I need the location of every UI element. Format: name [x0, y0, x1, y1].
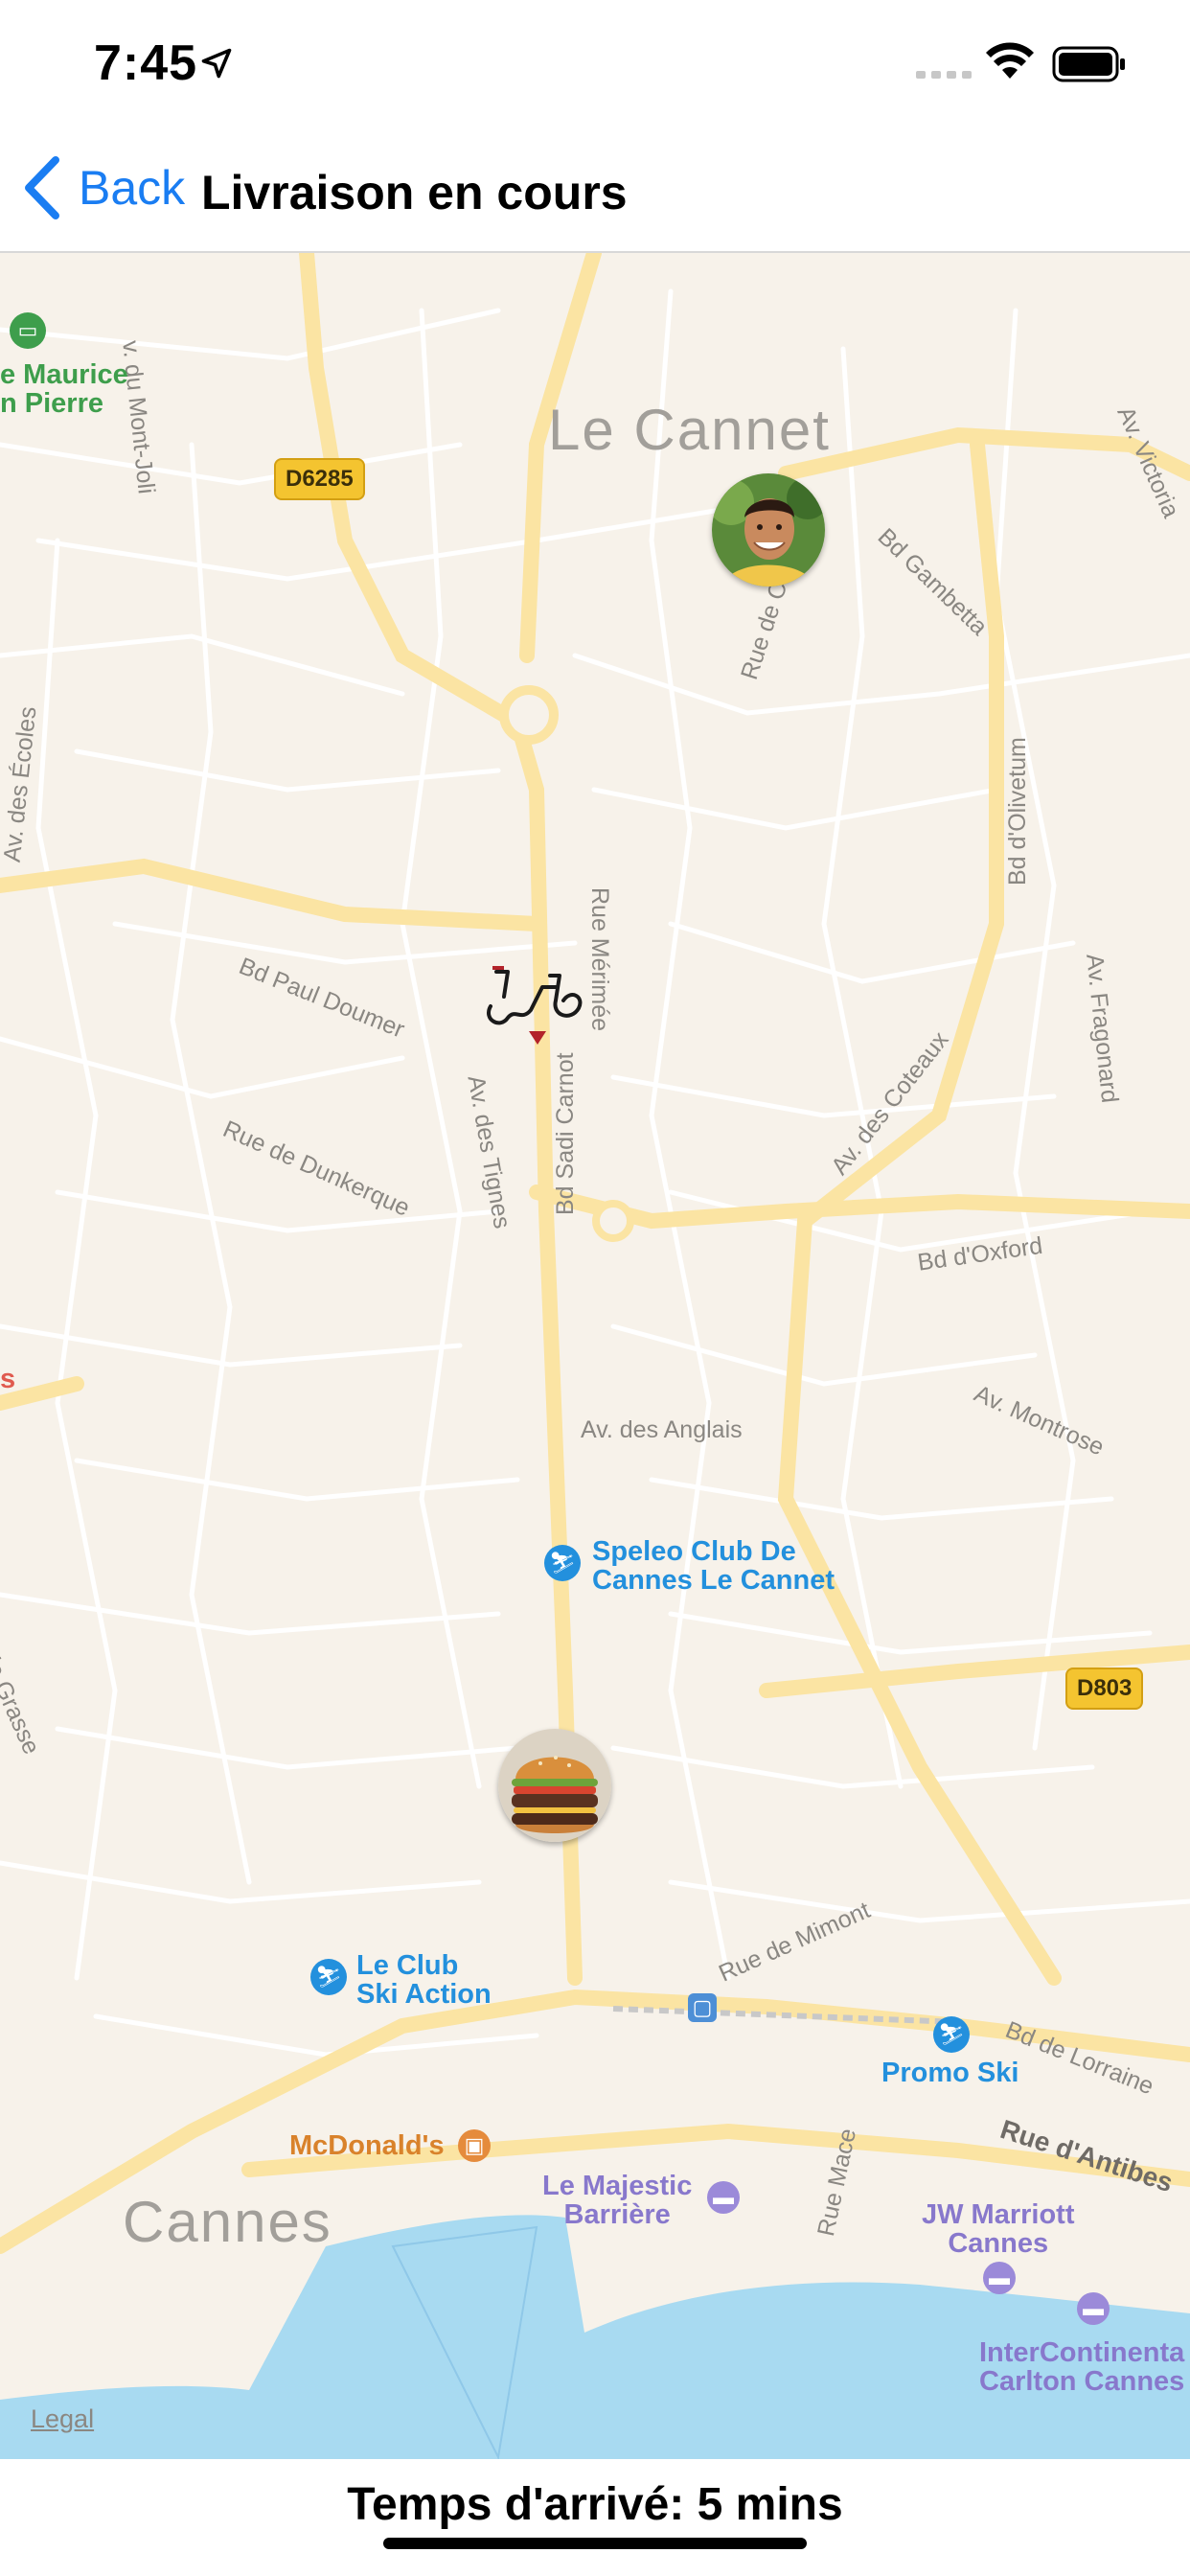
road-badge-d803: D803 [1065, 1668, 1144, 1710]
poi-promo-ski[interactable]: Promo Ski [881, 2058, 1018, 2087]
city-label-cannes: Cannes [123, 2190, 332, 2254]
bus-stop-icon[interactable]: ▭ [10, 312, 46, 349]
poi-maurice[interactable]: e Maurice n Pierre [0, 360, 128, 418]
restaurant-burger-avatar[interactable] [498, 1729, 611, 1842]
page-title: Livraison en cours [201, 166, 628, 219]
hotel-icon[interactable]: ▬ [1077, 2292, 1110, 2325]
map-legal-link[interactable]: Legal [31, 2404, 94, 2434]
battery-icon [1052, 46, 1125, 82]
poi-speleo-club[interactable]: Speleo Club De Cannes Le Cannet [592, 1537, 835, 1595]
delivery-map[interactable]: Le Cannet Cannes D6285 D803 v. du Mont-J… [0, 253, 1190, 2459]
eta-footer: Temps d'arrivé: 5 mins [0, 2459, 1190, 2576]
poi-club-ski-action[interactable]: Le Club Ski Action [356, 1951, 492, 2009]
poi-jw-marriott[interactable]: JW Marriott Cannes [922, 2200, 1075, 2258]
train-station-icon[interactable]: ▢ [688, 1993, 717, 2022]
home-indicator[interactable] [383, 2538, 807, 2549]
ski-icon[interactable]: ⛷ [933, 2016, 970, 2053]
poi-intercontinental[interactable]: InterContinenta Carlton Cannes [979, 2338, 1184, 2396]
city-label-le-cannet: Le Cannet [548, 398, 831, 462]
hotel-icon[interactable]: ▬ [707, 2181, 740, 2214]
street-label: Bd Sadi Carnot [552, 1052, 579, 1215]
customer-photo [712, 473, 825, 586]
poi-le-majestic[interactable]: Le Majestic Barrière [542, 2172, 692, 2229]
street-label: Av. des Anglais [581, 1416, 743, 1443]
eta-text: Temps d'arrivé: 5 mins [347, 2479, 843, 2530]
street-label: Rue Mérimée [586, 887, 613, 1032]
location-arrow-icon [201, 48, 232, 79]
navigation-bar: Back Livraison en cours [0, 126, 1190, 253]
restaurant-icon[interactable]: ▣ [458, 2129, 491, 2162]
back-label: Back [79, 161, 186, 215]
back-button[interactable]: Back [23, 153, 185, 222]
road-badge-d6285: D6285 [274, 458, 365, 500]
cellular-signal-icon [916, 71, 972, 79]
chevron-left-icon [25, 156, 59, 219]
ski-icon[interactable]: ⛷ [310, 1959, 347, 1995]
hotel-icon[interactable]: ▬ [983, 2262, 1016, 2294]
wifi-icon [986, 42, 1034, 79]
delivery-rider-icon[interactable] [483, 962, 588, 1048]
poi-left-edge: s [0, 1364, 16, 1394]
customer-avatar[interactable] [712, 473, 825, 586]
street-label: Bd d'Olivetum [1004, 737, 1031, 886]
status-time: 7:45 [94, 35, 198, 91]
status-bar: 7:45 [0, 0, 1190, 126]
burger-photo [498, 1729, 611, 1842]
ski-icon[interactable]: ⛷ [544, 1545, 581, 1581]
poi-mcdonalds[interactable]: McDonald's [289, 2131, 445, 2160]
